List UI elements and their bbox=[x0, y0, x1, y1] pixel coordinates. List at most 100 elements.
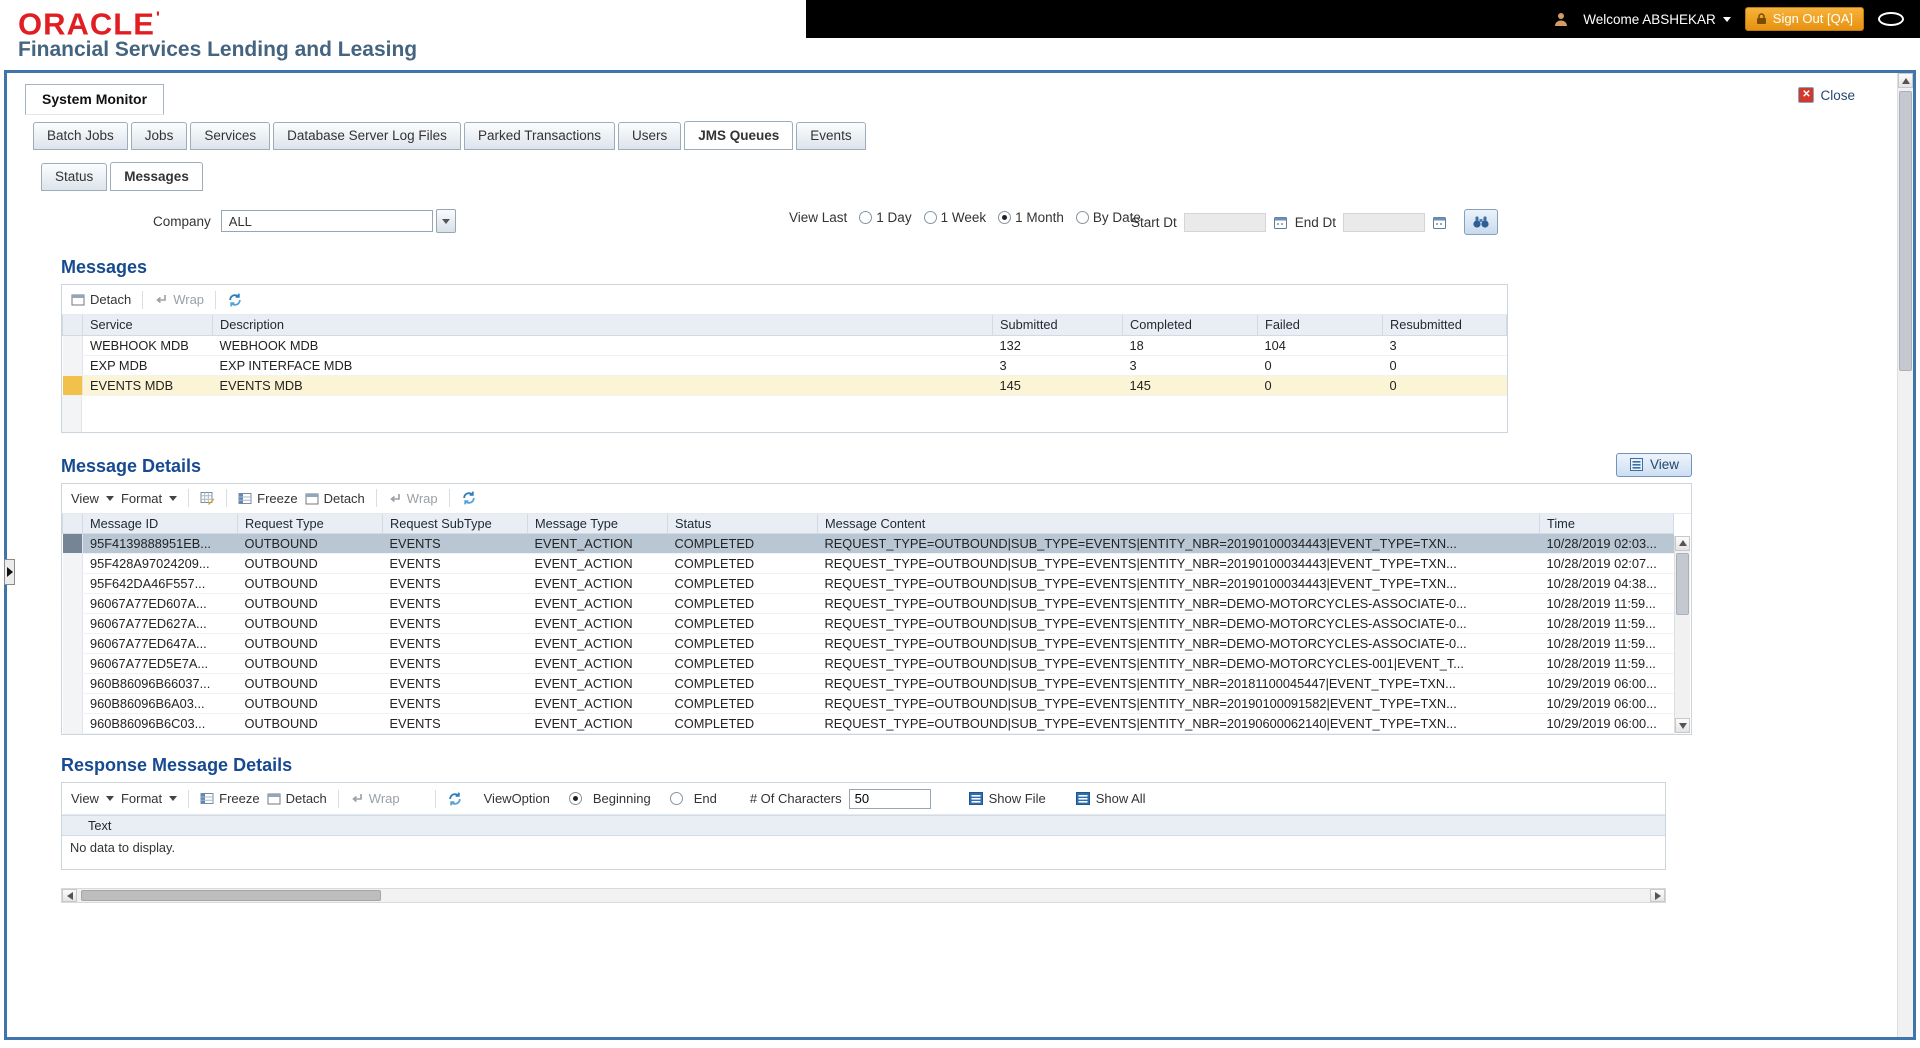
table-row[interactable]: 95F428A97024209... OUTBOUND EVENTS EVENT_AC… bbox=[62, 553, 1674, 574]
radio-by-date[interactable] bbox=[1075, 211, 1089, 224]
row-gutter[interactable] bbox=[62, 593, 83, 614]
welcome-menu[interactable]: Welcome ABSHEKAR bbox=[1583, 12, 1731, 27]
row-gutter[interactable] bbox=[62, 613, 83, 634]
row-gutter[interactable] bbox=[62, 673, 83, 694]
row-gutter[interactable] bbox=[62, 693, 83, 714]
cell-id: 95F4139888951EB... bbox=[82, 533, 238, 554]
col-message-id[interactable]: Message ID bbox=[82, 513, 238, 534]
v-scroll-thumb[interactable] bbox=[1899, 91, 1912, 371]
col-submitted[interactable]: Submitted bbox=[992, 315, 1123, 336]
col-resubmitted[interactable]: Resubmitted bbox=[1382, 315, 1507, 336]
table-row[interactable]: 96067A77ED647A... OUTBOUND EVENTS EVENT_ACT… bbox=[62, 633, 1674, 654]
table-row[interactable]: 96067A77ED627A... OUTBOUND EVENTS EVENT_ACT… bbox=[62, 613, 1674, 634]
tab-database-server-log-files[interactable]: Database Server Log Files bbox=[273, 122, 461, 150]
col-message-type[interactable]: Message Type bbox=[527, 513, 668, 534]
table-row[interactable]: 96067A77ED607A... OUTBOUND EVENTS EVENT_ACT… bbox=[62, 593, 1674, 614]
row-gutter[interactable] bbox=[62, 553, 83, 574]
file-icon bbox=[968, 791, 984, 806]
table-row[interactable]: 960B86096B6A03... OUTBOUND EVENTS EVENT_ACT… bbox=[62, 693, 1674, 714]
col-time[interactable]: Time bbox=[1539, 513, 1674, 534]
detach-button[interactable]: Detach bbox=[71, 292, 131, 307]
format-menu[interactable]: Format bbox=[121, 791, 178, 806]
table-row[interactable]: EVENTS MDB EVENTS MDB 145 145 0 0 bbox=[62, 375, 1507, 396]
detach-button[interactable]: Detach bbox=[305, 491, 365, 506]
wrap-button[interactable]: Wrap bbox=[154, 292, 204, 307]
end-dt-input[interactable] bbox=[1343, 212, 1426, 232]
table-row[interactable]: 95F642DA46F557... OUTBOUND EVENTS EVENT_ACT… bbox=[62, 573, 1674, 594]
col-description[interactable]: Description bbox=[212, 315, 993, 336]
chars-input[interactable] bbox=[848, 788, 931, 809]
tab-jms-queues[interactable]: JMS Queues bbox=[684, 121, 794, 150]
company-select[interactable]: ALL bbox=[220, 210, 433, 232]
wrap-button[interactable]: Wrap bbox=[388, 491, 438, 506]
view-menu[interactable]: View bbox=[71, 491, 114, 506]
row-gutter[interactable] bbox=[62, 713, 83, 734]
h-scroll-thumb[interactable] bbox=[81, 890, 381, 901]
col-failed[interactable]: Failed bbox=[1257, 315, 1383, 336]
view-button[interactable]: View bbox=[1615, 452, 1692, 477]
wrap-icon bbox=[350, 792, 364, 805]
table-row[interactable]: WEBHOOK MDB WEBHOOK MDB 132 18 104 3 bbox=[62, 335, 1507, 356]
freeze-button[interactable]: Freeze bbox=[238, 491, 298, 506]
table-row[interactable]: 960B86096B66037... OUTBOUND EVENTS EVENT_AC… bbox=[62, 673, 1674, 694]
radio-1-week[interactable] bbox=[923, 211, 937, 224]
scroll-up-button[interactable] bbox=[1898, 73, 1913, 88]
scroll-thumb[interactable] bbox=[1676, 552, 1689, 615]
tab-status[interactable]: Status bbox=[41, 163, 108, 191]
radio-1-month[interactable] bbox=[998, 211, 1012, 224]
view-menu[interactable]: View bbox=[71, 791, 114, 806]
freeze-button[interactable]: Freeze bbox=[200, 791, 260, 806]
scroll-up-button[interactable] bbox=[1675, 535, 1690, 551]
scroll-down-button[interactable] bbox=[1675, 718, 1690, 733]
refresh-icon[interactable] bbox=[227, 292, 243, 308]
detach-button[interactable]: Detach bbox=[267, 791, 327, 806]
col-completed[interactable]: Completed bbox=[1122, 315, 1258, 336]
radio-1-day[interactable] bbox=[859, 211, 873, 224]
col-request-type[interactable]: Request Type bbox=[237, 513, 383, 534]
tab-jobs[interactable]: Jobs bbox=[130, 122, 188, 150]
export-icon[interactable] bbox=[200, 491, 215, 505]
message-details-grid: View Format Freeze Detach Wrap Message I… bbox=[61, 482, 1692, 735]
calendar-icon[interactable] bbox=[1273, 215, 1288, 230]
row-gutter[interactable] bbox=[62, 653, 83, 674]
row-gutter[interactable] bbox=[62, 633, 83, 654]
refresh-icon[interactable] bbox=[447, 791, 463, 807]
splitter-handle[interactable] bbox=[4, 559, 15, 585]
col-status[interactable]: Status bbox=[667, 513, 818, 534]
wrap-button[interactable]: Wrap bbox=[350, 791, 400, 806]
search-button[interactable] bbox=[1464, 209, 1499, 235]
h-scroll-track[interactable] bbox=[77, 889, 1650, 902]
col-service[interactable]: Service bbox=[82, 315, 213, 336]
table-row[interactable]: 960B86096B6C03... OUTBOUND EVENTS EVENT_ACT… bbox=[62, 713, 1674, 734]
row-gutter[interactable] bbox=[62, 355, 83, 376]
radio-beginning[interactable] bbox=[568, 792, 582, 805]
refresh-icon[interactable] bbox=[461, 490, 477, 506]
close-button[interactable]: Close bbox=[1798, 87, 1855, 103]
table-row[interactable]: 96067A77ED5E7A... OUTBOUND EVENTS EVENT_ACT… bbox=[62, 653, 1674, 674]
tab-events[interactable]: Events bbox=[796, 122, 866, 150]
radio-end[interactable] bbox=[669, 792, 683, 805]
sign-out-button[interactable]: Sign Out [QA] bbox=[1744, 7, 1864, 31]
start-dt-input[interactable] bbox=[1183, 212, 1266, 232]
row-gutter[interactable] bbox=[62, 573, 83, 594]
scroll-right-button[interactable] bbox=[1650, 889, 1665, 902]
row-gutter[interactable] bbox=[62, 375, 83, 396]
scroll-left-button[interactable] bbox=[62, 889, 77, 902]
format-menu[interactable]: Format bbox=[121, 491, 178, 506]
table-row[interactable]: EXP MDB EXP INTERFACE MDB 3 3 0 0 bbox=[62, 355, 1507, 376]
row-gutter[interactable] bbox=[62, 533, 83, 554]
tab-parked-transactions[interactable]: Parked Transactions bbox=[463, 122, 615, 150]
col-text[interactable]: Text bbox=[62, 815, 1665, 836]
col-message-content[interactable]: Message Content bbox=[817, 513, 1540, 534]
tab-batch-jobs[interactable]: Batch Jobs bbox=[33, 122, 128, 150]
row-gutter[interactable] bbox=[62, 335, 83, 356]
dropdown-arrow-icon[interactable] bbox=[435, 209, 456, 233]
show-all-button[interactable]: Show All bbox=[1075, 791, 1146, 806]
tab-services[interactable]: Services bbox=[190, 122, 271, 150]
show-file-button[interactable]: Show File bbox=[968, 791, 1046, 806]
calendar-icon[interactable] bbox=[1432, 215, 1447, 230]
tab-users[interactable]: Users bbox=[618, 122, 682, 150]
col-request-subtype[interactable]: Request SubType bbox=[382, 513, 528, 534]
tab-messages[interactable]: Messages bbox=[110, 162, 203, 191]
table-row[interactable]: 95F4139888951EB... OUTBOUND EVENTS EVENT_AC… bbox=[62, 533, 1674, 554]
